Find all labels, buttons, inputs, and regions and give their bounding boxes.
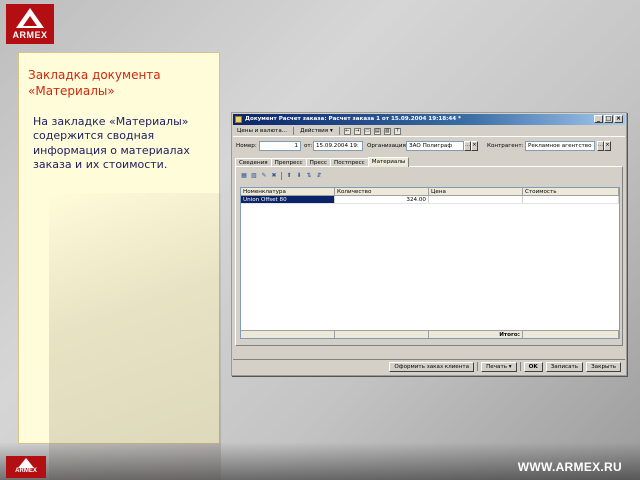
cell-cost[interactable] [523,196,619,203]
back-arrow-icon[interactable]: ← [343,127,351,135]
document-toolbar: Цены и валюта... Действия ▾ ← → ▭ ▤ ▥ ? [233,126,625,137]
add-row-icon[interactable]: ▦ [240,172,248,180]
number-label: Номер: [236,143,257,149]
table-row[interactable]: Union Offset 80 324.00 [241,196,619,204]
button-separator [519,362,521,371]
logo-triangle-icon [16,8,44,28]
column-header-price[interactable]: Цена [429,188,523,195]
actions-menu[interactable]: Действия ▾ [298,128,335,134]
table-header: Номенклатура Количество Цена Стоимость [241,188,619,196]
structure-icon[interactable]: ▤ [373,127,381,135]
panel-body-line: заказа и их стоимости. [33,158,168,172]
move-down-icon[interactable]: ⬇ [295,172,303,180]
tab-materials[interactable]: Материалы [367,157,410,167]
document-window: Документ Расчет заказа: Расчет заказа 1 … [231,112,627,376]
total-value [523,331,619,338]
ok-button[interactable]: OK [523,361,543,372]
organization-clear-button[interactable]: × [471,141,478,151]
counterparty-select-button[interactable]: … [597,141,604,151]
toolbar-separator [293,127,295,135]
edit-row-icon[interactable]: ✎ [260,172,268,180]
forward-arrow-icon[interactable]: → [353,127,361,135]
number-input[interactable]: 1 [259,141,301,151]
footer-logo: ARMEX [6,456,46,478]
prices-currency-menu[interactable]: Цены и валюта... [235,128,289,134]
counterparty-label: Контрагент: [487,143,524,149]
panel-title: Закладка документа «Материалы» [28,67,218,99]
date-input[interactable]: 15.09.2004 19: [313,141,363,151]
panel-title-line-1: Закладка документа [28,68,161,82]
panel-title-line-2: «Материалы» [28,84,115,98]
armex-logo: ARMEX [6,4,54,44]
footer-cell [241,331,335,338]
window-title: Документ Расчет заказа: Расчет заказа 1 … [245,116,461,122]
background-script-text: ​ [57,8,63,33]
cell-price[interactable] [429,196,523,203]
print-button[interactable]: Печать ▾ [481,361,517,372]
save-button[interactable]: Записать [545,361,584,372]
materials-tab-page: ▦ ▧ ✎ ✖ ⬆ ⬇ ⇅ ⇵ Номенклатура Количество … [235,166,623,346]
move-up-icon[interactable]: ⬆ [285,172,293,180]
footer-cell [335,331,429,338]
copy-icon[interactable]: ▭ [363,127,371,135]
sort-desc-icon[interactable]: ⇵ [315,172,323,180]
panel-photo-decoration [49,193,221,480]
window-titlebar[interactable]: Документ Расчет заказа: Расчет заказа 1 … [233,114,625,125]
column-header-item[interactable]: Номенклатура [241,188,335,195]
copy-row-icon[interactable]: ▧ [250,172,258,180]
window-controls: _ □ × [594,115,623,123]
help-icon[interactable]: ? [393,127,401,135]
footer-logo-triangle-icon [18,458,34,468]
footer-url[interactable]: WWW.ARMEX.RU [518,460,622,474]
panel-body-line: содержится сводная [33,129,155,143]
column-header-quantity[interactable]: Количество [335,188,429,195]
cell-item[interactable]: Union Offset 80 [241,196,335,203]
header-fields: Номер: 1 от: 15.09.2004 19: Организация:… [233,141,625,153]
window-button-bar: Оформить заказ клиента Печать ▾ OK Запис… [233,359,625,373]
total-label: Итого: [429,331,523,338]
minimize-button[interactable]: _ [594,115,603,123]
close-button[interactable]: Закрыть [586,361,621,372]
table-footer: Итого: [241,330,619,338]
tree-icon[interactable]: ▥ [383,127,391,135]
sort-asc-icon[interactable]: ⇅ [305,172,313,180]
cell-quantity[interactable]: 324.00 [335,196,429,203]
button-separator [477,362,479,371]
organization-label: Организация: [367,143,408,149]
info-panel: Закладка документа «Материалы» На заклад… [18,52,221,480]
counterparty-input[interactable]: Рекламное агентство [525,141,595,151]
materials-table[interactable]: Номенклатура Количество Цена Стоимость U… [240,187,620,339]
table-toolbar: ▦ ▧ ✎ ✖ ⬆ ⬇ ⇅ ⇵ [240,171,323,180]
close-window-button[interactable]: × [614,115,623,123]
delete-row-icon[interactable]: ✖ [270,172,278,180]
organization-input[interactable]: ЗАО Полиграф [406,141,464,151]
organization-select-button[interactable]: … [464,141,471,151]
toolbar-separator [338,127,340,135]
maximize-button[interactable]: □ [604,115,613,123]
place-client-order-button[interactable]: Оформить заказ клиента [389,361,475,372]
counterparty-clear-button[interactable]: × [604,141,611,151]
date-label: от: [304,143,313,149]
panel-body-line: информация о материалах [33,143,190,157]
panel-body-line: На закладке «Материалы» [33,115,189,128]
footer-logo-text: ARMEX [15,468,37,474]
document-icon [235,116,242,123]
column-header-cost[interactable]: Стоимость [523,188,619,195]
toolbar-separator [281,171,282,180]
logo-text: ARMEX [12,30,48,40]
panel-body: На закладке «Материалы» содержится сводн… [33,115,219,173]
